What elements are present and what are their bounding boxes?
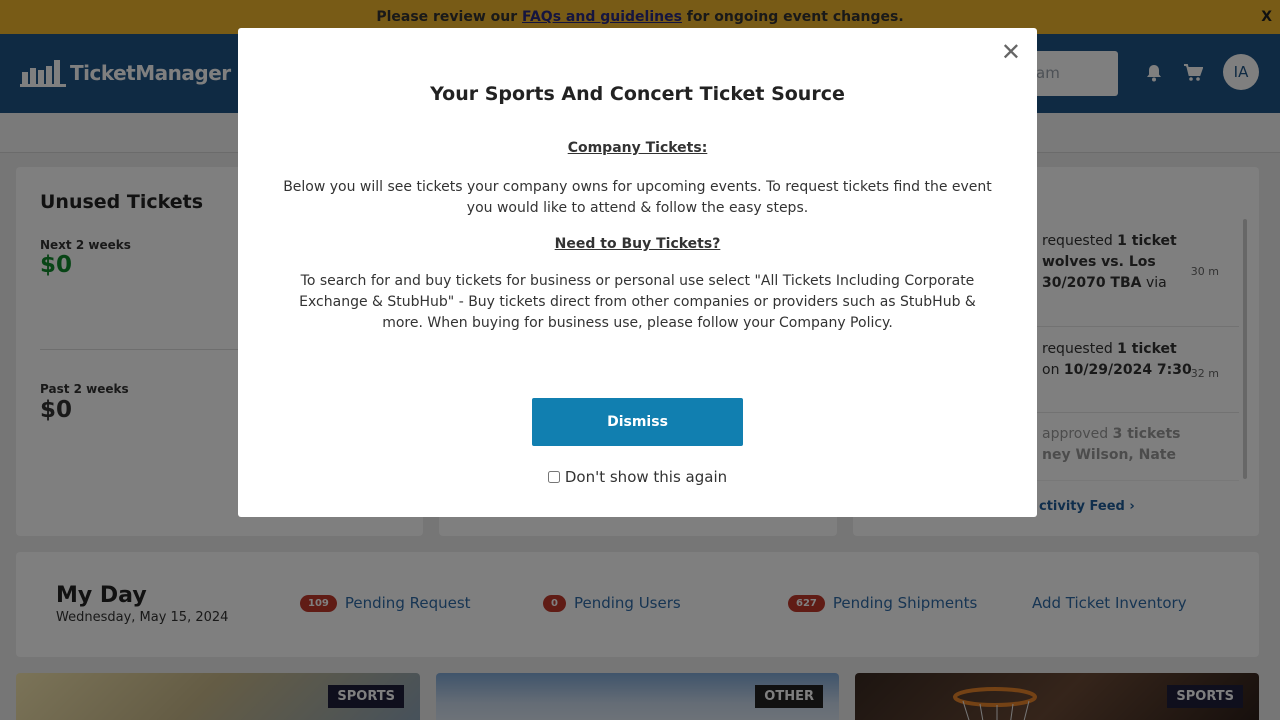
company-tickets-text: Below you will see tickets your company … xyxy=(268,177,1007,219)
buy-text-line-3: more. When buying for business use, plea… xyxy=(382,315,893,331)
buy-text-line-1: To search for and buy tickets for busine… xyxy=(300,273,975,289)
need-to-buy-text: To search for and buy tickets for busine… xyxy=(268,271,1007,334)
dont-show-again-checkbox[interactable] xyxy=(547,471,560,483)
close-icon[interactable]: ✕ xyxy=(1001,38,1021,66)
welcome-modal: ✕ Your Sports And Concert Ticket Source … xyxy=(238,28,1037,517)
modal-title: Your Sports And Concert Ticket Source xyxy=(430,83,845,105)
company-text-line-2: you would like to attend & follow the ea… xyxy=(466,200,809,216)
need-to-buy-heading: Need to Buy Tickets? xyxy=(554,236,721,252)
company-tickets-heading: Company Tickets: xyxy=(567,140,708,156)
dismiss-button[interactable]: Dismiss xyxy=(532,398,743,446)
company-text-line-1: Below you will see tickets your company … xyxy=(283,179,992,195)
dont-show-again-option[interactable]: Don't show this again xyxy=(238,468,1037,486)
dont-show-again-label: Don't show this again xyxy=(564,468,728,486)
buy-text-line-2: Exchange & StubHub" - Buy tickets direct… xyxy=(299,294,976,310)
